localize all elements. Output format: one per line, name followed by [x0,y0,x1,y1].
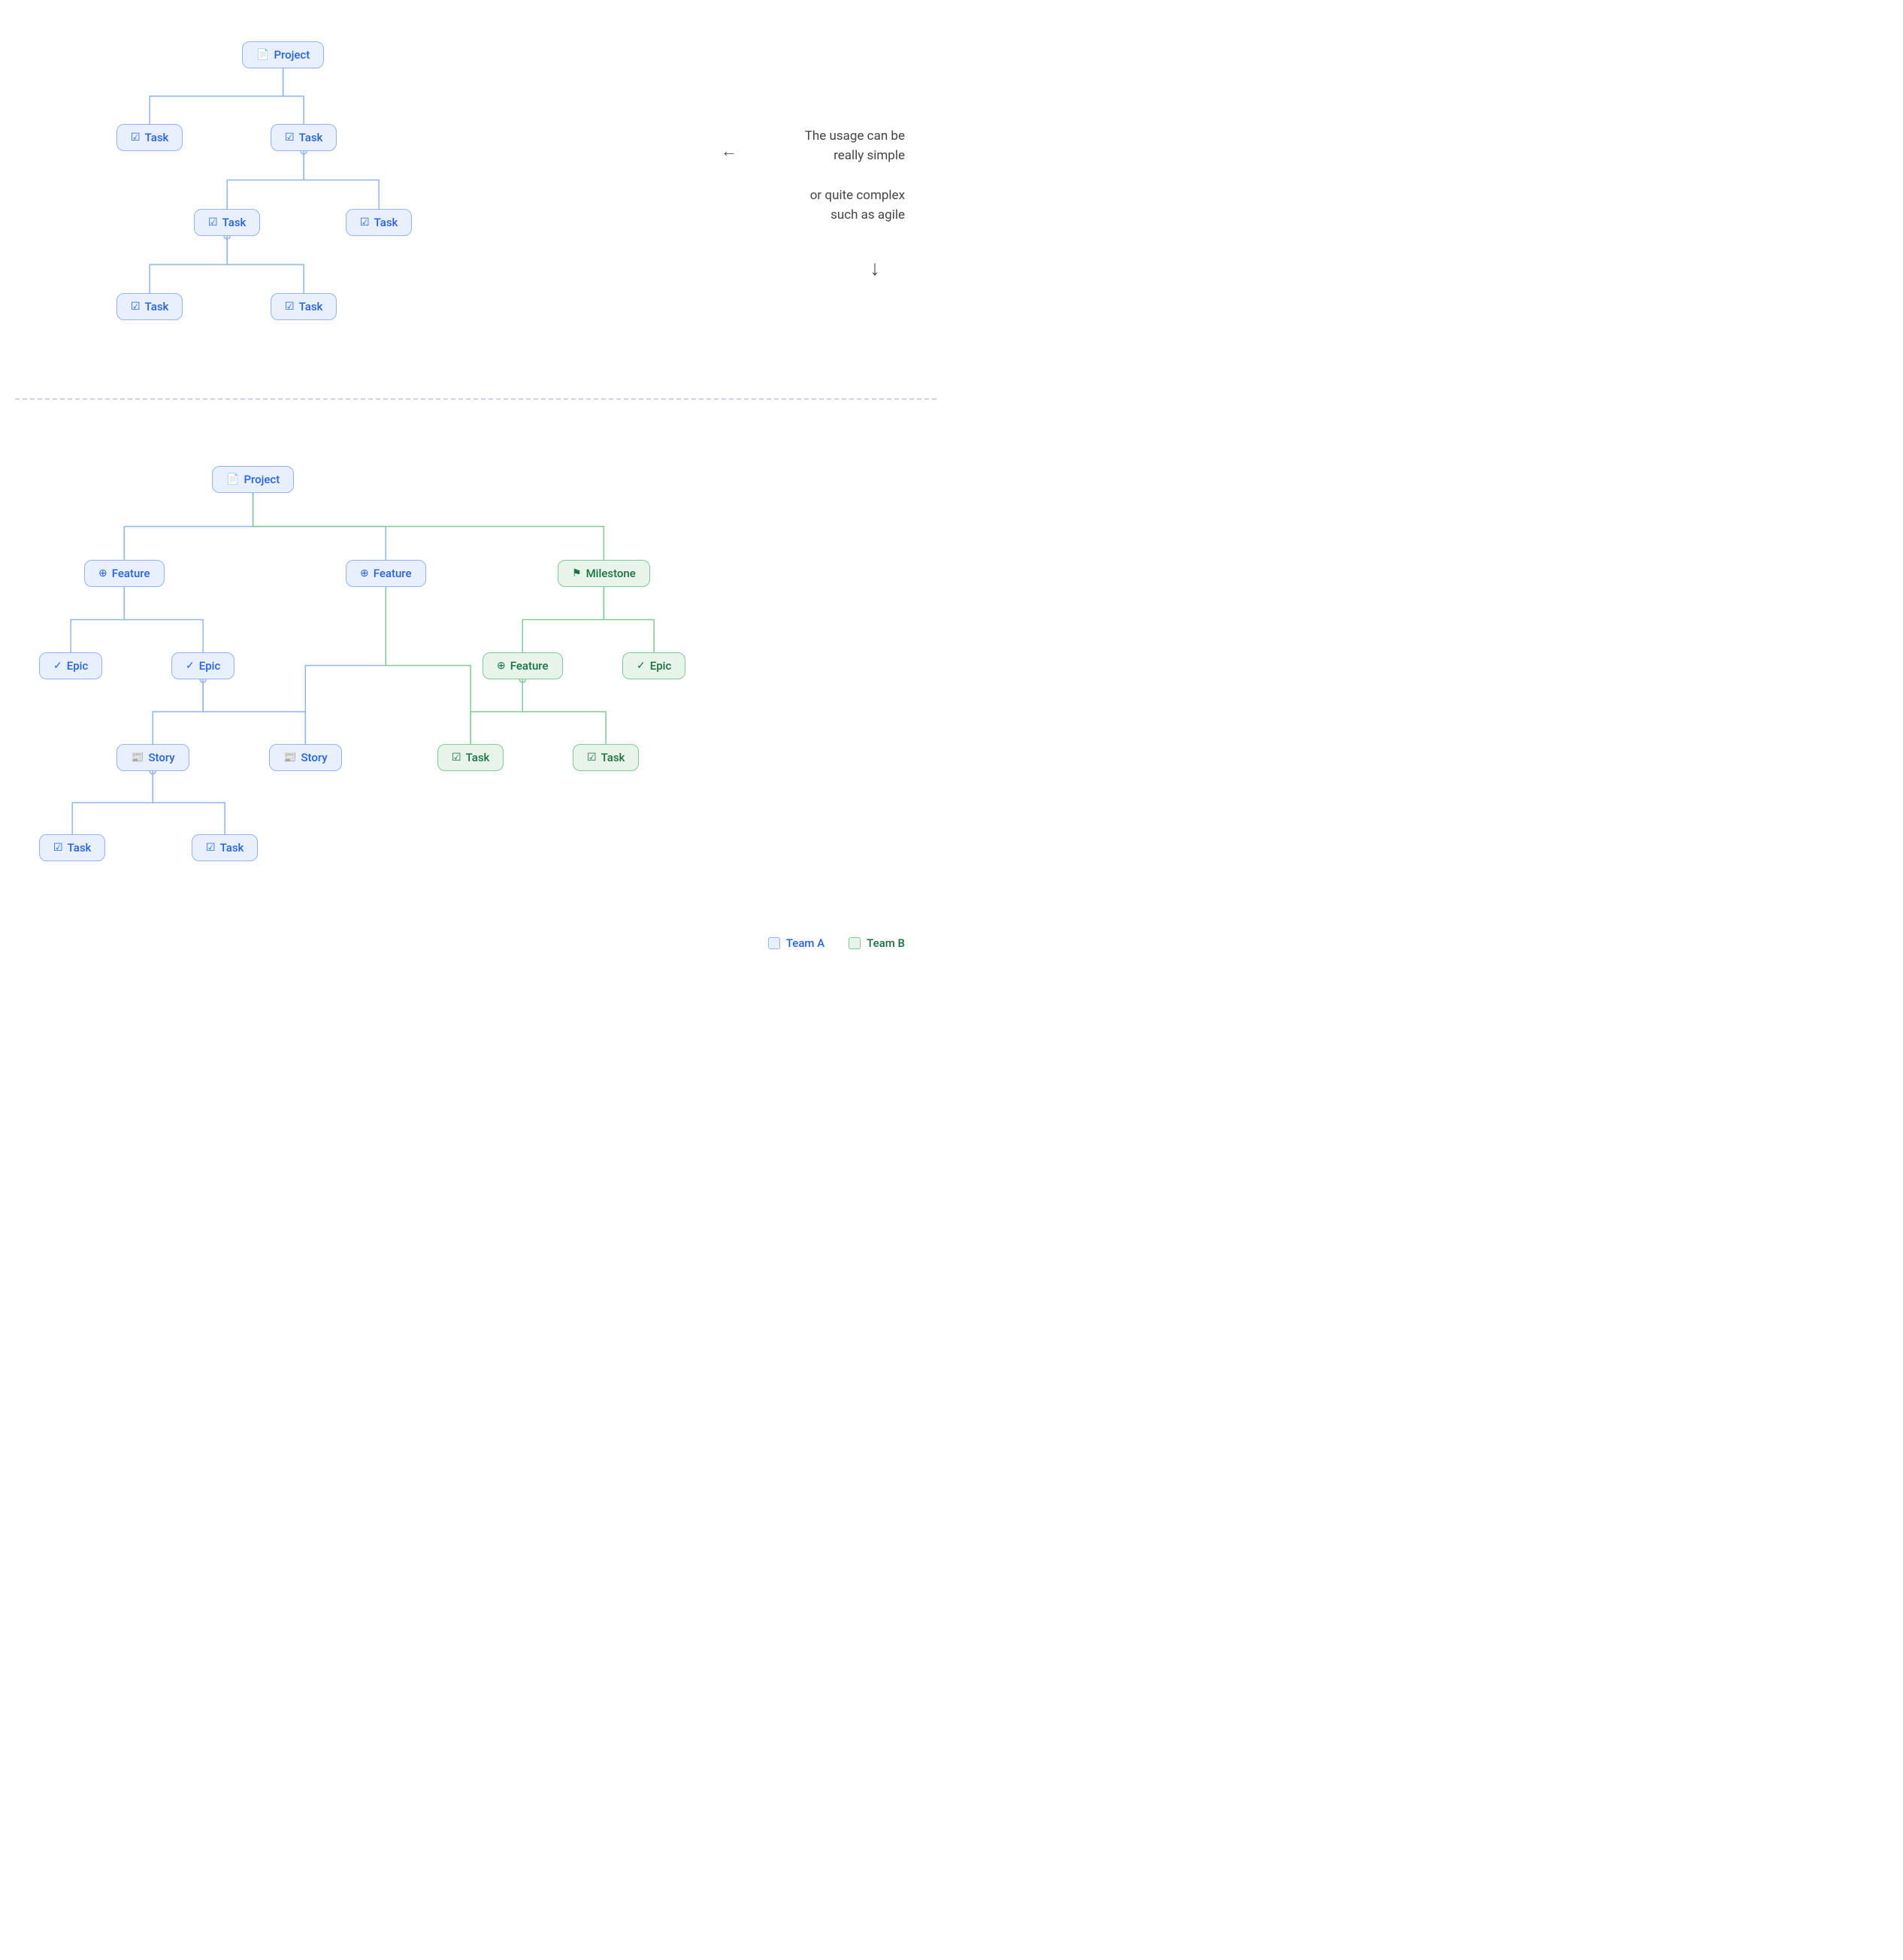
task-label-b2: Task [220,841,244,854]
legend-team-b-label: Team B [867,936,905,950]
epic-node-2: ✓ Epic [171,652,234,679]
story-label-1: Story [148,751,174,764]
epic-icon-2: ✓ [186,660,195,672]
feature-label-2: Feature [374,567,412,580]
task-label-2a: Task [222,216,247,229]
project-label-2: Project [244,473,280,486]
task-node-1b: ☑ Task [271,124,337,151]
arrow-down-icon: ↓ [870,256,880,280]
epic-label-3: Epic [650,659,672,673]
feature-icon-1: ⊕ [98,567,107,579]
project-icon-2: 📄 [226,473,239,485]
task-icon-3a: ☑ [131,301,141,313]
feature-icon-3: ⊕ [497,660,506,672]
task-node-2b: ☑ Task [346,209,412,236]
section-divider [15,398,936,400]
task-node-1a: ☑ Task [116,124,183,151]
task-node-green-1: ☑ Task [437,744,504,771]
feature-label-1: Feature [112,567,150,580]
task-label-b1: Task [68,841,92,854]
task-icon-1a: ☑ [131,132,141,144]
annotation-text: The usage can bereally simpleor quite co… [740,126,905,225]
feature-node-3: ⊕ Feature [483,652,563,679]
story-icon-2: 📰 [283,752,296,764]
feature-node-2: ⊕ Feature [346,560,426,587]
task-icon-g2: ☑ [587,752,597,764]
epic-label-2: Epic [199,659,221,673]
task-icon-2b: ☑ [360,216,370,228]
epic-label-1: Epic [67,659,89,673]
story-node-1: 📰 Story [116,744,189,771]
legend-dot-blue [768,937,780,949]
legend-team-b: Team B [849,936,905,950]
task-icon-1b: ☑ [285,132,295,144]
milestone-icon: ⚑ [572,567,582,579]
story-icon-1: 📰 [131,752,144,764]
project-label-1: Project [274,48,310,62]
story-node-2: 📰 Story [269,744,342,771]
task-label-1b: Task [299,131,323,144]
arrow-right-icon: ← [721,141,737,161]
task-label-2b: Task [374,216,398,229]
task-label-3a: Task [145,300,169,313]
task-icon-b1: ☑ [53,842,63,854]
task-node-blue-1: ☑ Task [39,834,105,861]
task-label-g2: Task [601,751,625,764]
feature-node-1: ⊕ Feature [84,560,165,587]
task-icon-3b: ☑ [285,301,295,313]
legend-team-a-label: Team A [786,936,824,950]
milestone-label: Milestone [586,567,636,580]
project-node-2: 📄 Project [212,466,294,493]
task-icon-2a: ☑ [208,216,218,228]
task-label-3b: Task [299,300,323,313]
task-label-1a: Task [145,131,169,144]
milestone-node: ⚑ Milestone [558,560,650,587]
task-node-blue-2: ☑ Task [192,834,258,861]
legend-dot-green [849,937,861,949]
epic-icon-3: ✓ [637,660,646,672]
task-icon-g1: ☑ [452,752,461,764]
legend: Team A Team B [768,936,905,950]
epic-icon-1: ✓ [53,660,62,672]
task-node-3a: ☑ Task [116,293,183,320]
task-node-3b: ☑ Task [271,293,337,320]
story-label-2: Story [301,751,327,764]
task-node-2a: ☑ Task [194,209,260,236]
epic-node-3: ✓ Epic [622,652,685,679]
task-node-green-2: ☑ Task [573,744,639,771]
task-icon-b2: ☑ [206,842,216,854]
feature-icon-2: ⊕ [360,567,369,579]
project-icon-1: 📄 [256,49,269,61]
legend-team-a: Team A [768,936,824,950]
task-label-g1: Task [466,751,490,764]
epic-node-1: ✓ Epic [39,652,102,679]
feature-label-3: Feature [510,659,549,673]
project-node-1: 📄 Project [242,41,324,68]
